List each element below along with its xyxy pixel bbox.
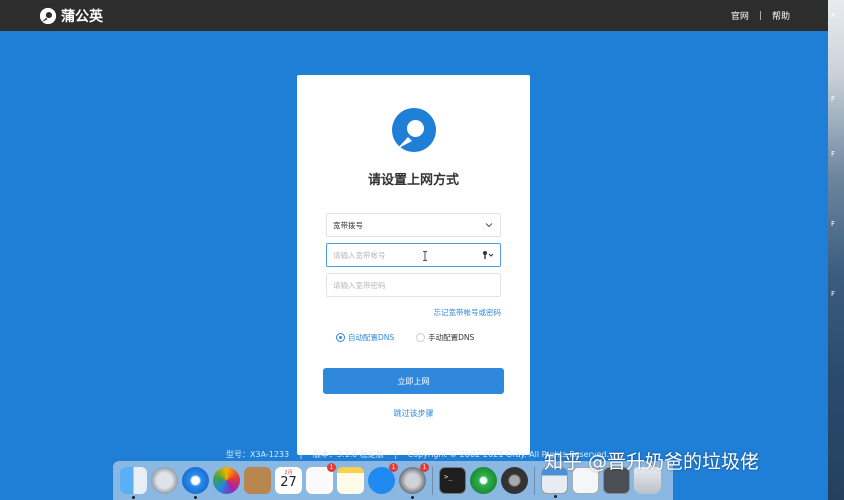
safari-icon[interactable] (182, 467, 209, 499)
calendar-icon[interactable]: 2月 27 (275, 467, 302, 494)
skip-step-link[interactable]: 跳过该步骤 (297, 408, 530, 419)
notification-badge: 1 (420, 463, 429, 472)
connection-mode-value: 宽带拨号 (333, 220, 363, 230)
obs-icon[interactable] (501, 467, 528, 494)
account-input[interactable] (333, 250, 473, 260)
footer-separator: | (299, 450, 303, 459)
radio-selected-icon[interactable] (336, 333, 345, 342)
launchpad-icon[interactable] (151, 467, 178, 494)
network-setup-card: 请设置上网方式 宽带拨号 忘记宽带帐号或密码 自动配置DNS 手动配置DNS 立… (297, 75, 530, 455)
notification-badge: 1 (389, 463, 398, 472)
pgy-large-logo-icon (392, 108, 436, 152)
reminders-icon[interactable]: 1 (306, 463, 336, 494)
dock-divider (534, 466, 535, 495)
dns-auto-option[interactable]: 自动配置DNS (336, 332, 394, 343)
calendar-day: 27 (280, 475, 297, 490)
notification-badge: 1 (327, 463, 336, 472)
disc-utility-icon[interactable] (470, 467, 497, 494)
running-indicator (411, 496, 414, 499)
dns-manual-option[interactable]: 手动配置DNS (416, 332, 474, 343)
terminal-icon[interactable]: >_ (439, 467, 466, 494)
contacts-icon[interactable] (244, 467, 271, 494)
page-title: 请设置上网方式 (367, 173, 459, 188)
watermark: 知乎 @晋升奶爸的垃圾佬 (544, 451, 760, 473)
desktop-label: F (831, 150, 836, 158)
key-autofill-icon[interactable] (482, 250, 494, 260)
connect-now-button[interactable]: 立即上网 (323, 368, 504, 394)
password-input[interactable] (333, 280, 473, 290)
brand[interactable]: 蒲公英 (39, 6, 103, 26)
version-text: 版本：3.1.0 稳定版 (312, 450, 384, 459)
finder-icon[interactable] (120, 467, 147, 499)
notes-icon[interactable] (337, 467, 364, 494)
top-links: 官网 | 帮助 (731, 9, 790, 23)
desktop-label: F (831, 12, 836, 20)
dns-options: 自动配置DNS 手动配置DNS (336, 332, 474, 343)
dns-auto-label: 自动配置DNS (348, 333, 395, 342)
top-bar: 蒲公英 官网 | 帮助 (0, 0, 828, 31)
footer-separator: | (394, 450, 398, 459)
app-store-icon[interactable]: 1 (368, 463, 398, 494)
chevron-down-icon (485, 223, 493, 228)
radio-unselected-icon[interactable] (416, 333, 426, 342)
official-site-link[interactable]: 官网 (731, 9, 749, 22)
running-indicator (132, 496, 135, 499)
password-field[interactable] (326, 273, 501, 297)
dock-divider (432, 466, 433, 495)
brand-name: 蒲公英 (61, 8, 103, 25)
photos-icon[interactable] (213, 467, 240, 494)
connection-mode-select[interactable]: 宽带拨号 (326, 213, 501, 237)
pgy-logo-icon (39, 7, 57, 24)
running-indicator (554, 495, 557, 498)
link-separator: | (758, 10, 762, 21)
dns-manual-label: 手动配置DNS (428, 333, 475, 342)
forgot-credentials-link[interactable]: 忘记宽带帐号或密码 (434, 307, 502, 318)
help-link[interactable]: 帮助 (772, 9, 790, 22)
running-indicator (194, 496, 197, 499)
terminal-prompt: >_ (444, 473, 453, 481)
desktop-background-strip: F F F F F (828, 0, 844, 500)
account-field[interactable] (326, 243, 501, 267)
desktop-label: F (831, 290, 836, 298)
text-cursor-icon (423, 251, 427, 261)
system-preferences-icon[interactable]: 1 (399, 463, 429, 499)
desktop-label: F (831, 220, 836, 228)
desktop-label: F (831, 95, 836, 103)
model-text: 型号：X3A-1233 (226, 450, 290, 459)
